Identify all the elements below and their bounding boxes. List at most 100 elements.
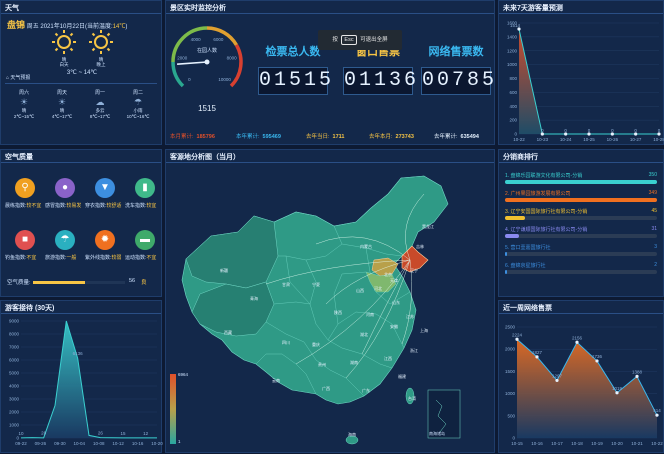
data-point [535,355,539,359]
y-tick-label: 600 [509,90,517,95]
forecast-day: 周一 [94,90,105,96]
stat-item: 去年当日: 1711 [306,132,344,140]
forecast-day: 周六 [18,90,29,96]
x-tick-label: 10-20 [611,441,623,446]
x-tick-label: 10-19 [591,441,603,446]
weather-city: 盘锦 [7,20,26,30]
weekly-chart: 0 500 1000 1500 2000 2500 10-15 10-16 10-17 10-18… [505,325,663,447]
forecast-item: 周天 ☀ 晴 4℃~17℃ [47,89,77,120]
air-index-item: 晨练指数:较不宜 [5,202,41,209]
stat-label: 本年累计: [236,134,260,140]
area-fill [519,28,659,135]
air-index-label: 感冒指数: [45,203,67,209]
map-place-label: 重庆 [312,342,320,347]
x-tick-label: 10-08 [93,441,105,446]
y-tick-label: 0 [514,132,517,137]
distributor-bar-track [505,234,657,238]
y-tick-label: 0 [16,436,19,441]
stat-item: 去年累计: 635494 [434,132,479,140]
stat-label: 去年当日: [306,134,330,140]
y-tick-label: 2000 [9,410,20,415]
map-title: 客源地分析图（当月） [170,154,240,161]
counter-value: 01515 [258,67,331,95]
map-place-label: 陕西 [334,310,342,315]
gauge-tick-label: 0 [188,77,191,82]
luggage-icon: ■ [15,230,35,250]
x-tick-label: 10-24 [560,137,572,142]
stat-value: 1711 [332,134,345,140]
aqi-bar-fill [33,281,85,284]
forecast-temp: 8℃~17℃ [89,114,111,119]
distributor-value: 350 [648,172,657,178]
map-place-label: 山西 [356,288,364,293]
data-label: 12 [143,431,149,436]
forecast-item: 周六 ☀ 晴 2℃~15℃ [9,89,39,120]
y-tick-label: 400 [509,104,517,109]
forecast-item: 周一 ☁ 多云 8℃~17℃ [85,89,115,120]
history-panel: 游客接待 (30天) 0 1000 2000 3000 4000 5000 6000 7000… [0,300,163,453]
map-place-label: 宁夏 [312,282,320,287]
forecast-day: 周天 [56,90,67,96]
gauge-tick-label: 6000 [213,37,224,42]
map-place-label: 河南 [366,312,374,317]
gauge-tick-label: 8000 [227,56,238,61]
counter-value: 01136 [343,67,416,95]
map-place-label: 广西 [322,386,330,391]
forecast7-chart: 0200400600800100012001400160010-22 10-23 1… [507,21,664,143]
x-tick-label: 09-30 [54,441,66,446]
data-label: 0 [634,128,637,133]
air-index-item: 感冒指数:较易发 [45,202,81,209]
data-label: 0 [611,128,614,133]
data-label: 1388 [632,369,643,374]
forecast-day: 周二 [132,90,143,96]
air-index-value: 不宜 [26,255,37,261]
stat-label: 去年本月: [369,134,393,140]
y-tick-label: 1400 [507,34,518,39]
y-tick-label: 4000 [9,384,20,389]
aqi-label: 空气质量: [7,280,31,286]
x-tick-label: 10-16 [531,441,543,446]
distributor-name: 3. 辽宁安国国际旅行社有限公司-分销 [505,209,588,215]
distributor-bar-track [505,216,657,220]
air-index-label: 旅游指数: [45,255,67,261]
map-place-label: 黑龙江 [422,224,434,229]
data-label: 0 [541,128,544,133]
distributor-name: 5. 营口壹嘉国旅行社 [505,245,551,251]
map-place-label: 西藏 [224,330,232,335]
distributor-name: 4. 辽宁谦顺国际旅行社有限公司-分销 [505,227,588,233]
distributor-bar-fill [505,234,519,238]
air-index-value: 较舒适 [106,203,122,209]
counter-value: 00785 [421,67,494,95]
map-place-label: 湖北 [360,332,368,337]
air-title: 空气质量 [5,154,33,161]
y-tick-label: 7000 [9,345,20,350]
y-tick-label: 800 [509,76,517,81]
day-label: 白天 [59,62,69,67]
x-tick-label: 10-20 [151,441,163,446]
stat-item: 去年本月: 273743 [369,132,414,140]
x-tick-label: 10-17 [551,441,563,446]
y-tick-label: 200 [509,118,517,123]
weather-title: 天气 [5,5,19,12]
map-place-label: 山东 [392,300,400,305]
distributor-name: 2. 广州果园旅游发展有限公司 [505,191,571,197]
stat-item: 本月累计: 185796 [170,132,215,140]
map-place-label: 吉林 [416,244,424,249]
esc-key: Esc [341,35,357,45]
air-index-label: 紫外线指数: [85,255,112,261]
distributor-value: 3 [654,244,657,250]
distributor-bar-fill [505,216,525,220]
forecast-temp: 4℃~17℃ [51,114,73,119]
beach-icon: ☂ [55,230,75,250]
air-index-item: 钓鱼指数:不宜 [5,254,36,261]
y-tick-label: 1000 [505,391,516,396]
monitor-panel: 景区实时监控分析 0 2000 4000 6000 8000 10000 在园人数 151… [165,0,495,145]
gauge-tick-label: 10000 [218,77,231,82]
distributor-value: 31 [651,226,657,232]
y-tick-label: 2500 [505,325,516,330]
x-tick-label: 10-15 [511,441,523,446]
y-tick-label: 1500 [505,369,516,374]
gauge-hub [204,59,210,65]
y-tick-label: 1200 [507,48,518,53]
air-index-label: 洗车指数: [125,203,147,209]
